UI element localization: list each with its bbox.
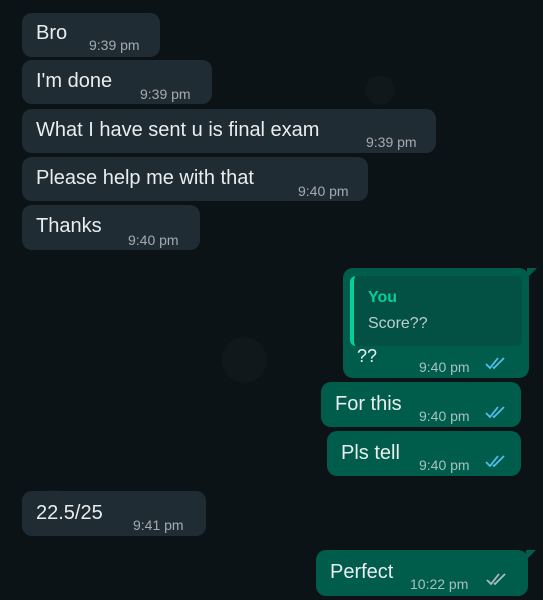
bubble-tail (526, 550, 536, 560)
bubble-tail (527, 268, 537, 278)
message-time: 9:39 pm (140, 86, 191, 102)
message-text: For this (335, 393, 402, 415)
message-text: ?? (357, 346, 378, 366)
incoming-message[interactable]: Thanks 9:40 pm (22, 205, 200, 250)
message-time: 9:40 pm (419, 408, 470, 424)
message-text: Perfect (330, 561, 394, 583)
incoming-message[interactable]: What I have sent u is final exam 9:39 pm (22, 109, 436, 153)
message-text: Bro (36, 22, 68, 44)
quote-author: You (368, 289, 398, 306)
message-text: Thanks (36, 215, 102, 237)
message-text: Please help me with that (36, 167, 254, 189)
message-time: 9:39 pm (366, 134, 417, 150)
message-text: I'm done (36, 70, 113, 92)
read-ticks-icon (485, 455, 505, 468)
message-time: 9:41 pm (133, 517, 184, 533)
message-time: 9:40 pm (128, 232, 179, 248)
delivered-ticks-icon (486, 573, 506, 586)
incoming-message[interactable]: 22.5/25 9:41 pm (22, 491, 206, 536)
outgoing-message[interactable]: Perfect 10:22 pm (316, 550, 536, 596)
message-text: 22.5/25 (36, 502, 103, 524)
incoming-message[interactable]: I'm done 9:39 pm (22, 60, 212, 104)
message-time: 10:22 pm (410, 576, 469, 592)
quote-text: Score?? (368, 315, 428, 332)
outgoing-reply-message[interactable]: You Score?? ?? 9:40 pm (343, 268, 537, 378)
message-text: Pls tell (341, 442, 400, 464)
message-time: 9:40 pm (298, 183, 349, 199)
outgoing-message[interactable]: Pls tell 9:40 pm (327, 431, 521, 476)
outgoing-message[interactable]: For this 9:40 pm (321, 382, 521, 427)
message-text: What I have sent u is final exam (36, 119, 320, 141)
message-time: 9:39 pm (89, 37, 140, 53)
read-ticks-icon (485, 406, 505, 419)
incoming-message[interactable]: Bro 9:39 pm (22, 13, 160, 57)
message-time: 9:40 pm (419, 359, 470, 375)
quoted-message[interactable]: You Score?? (350, 276, 522, 346)
incoming-message[interactable]: Please help me with that 9:40 pm (22, 157, 368, 201)
read-ticks-icon (485, 357, 505, 370)
message-time: 9:40 pm (419, 457, 470, 473)
